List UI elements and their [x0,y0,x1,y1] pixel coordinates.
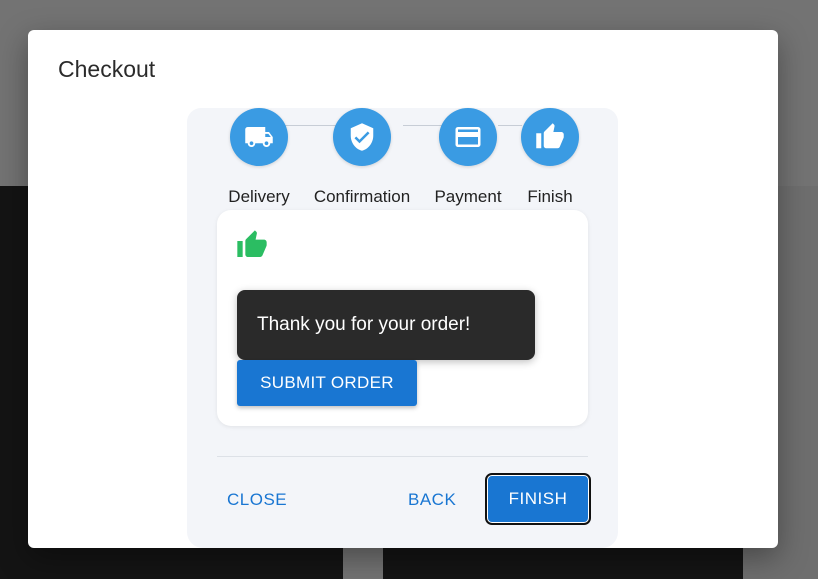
submit-order-button[interactable]: SUBMIT ORDER [237,360,417,406]
step-label-delivery: Delivery [228,187,290,206]
step-label-confirmation: Confirmation [313,187,411,206]
thumb-up-icon [521,108,579,166]
thumb-up-icon [236,229,268,261]
toast-message: Thank you for your order! [257,314,471,335]
step-confirmation[interactable]: Confirmation [307,108,417,207]
order-complete-card: Thank you for your order! SUBMIT ORDER [217,210,588,426]
close-button[interactable]: CLOSE [217,479,297,521]
step-finish[interactable]: Finish [495,108,605,207]
truck-icon [230,108,288,166]
step-delivery[interactable]: Delivery [204,108,314,207]
checkout-panel: Delivery Confirmation Payment Finish Tha… [187,108,618,548]
step-label-finish: Finish [527,187,573,206]
verified-shield-icon [333,108,391,166]
checkout-stepper: Delivery Confirmation Payment Finish [187,108,618,218]
checkout-dialog: Checkout Delivery Confirmation Payment F… [28,30,778,548]
back-button[interactable]: BACK [398,479,466,521]
finish-button[interactable]: FINISH [485,473,591,525]
dialog-title: Checkout [58,56,156,82]
order-toast: Thank you for your order! [237,290,535,360]
actions-divider [217,456,588,457]
credit-card-icon [439,108,497,166]
